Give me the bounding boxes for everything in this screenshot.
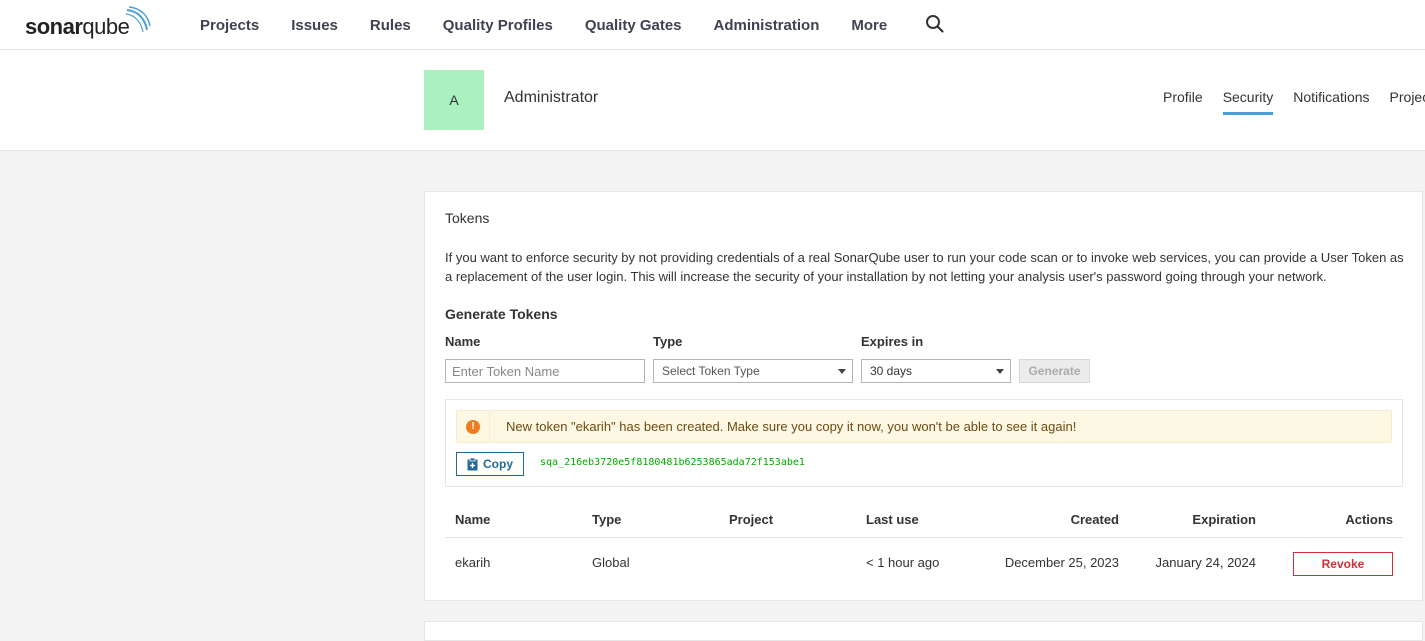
col-type-header: Type [592, 512, 622, 527]
nav-quality-gates[interactable]: Quality Gates [569, 17, 698, 34]
expires-in-value: 30 days [870, 364, 913, 378]
col-expiration-header: Expiration [1192, 512, 1256, 527]
logo-waves-icon [125, 6, 151, 33]
alert-text: New token "ekarih" has been created. Mak… [506, 419, 1077, 434]
account-header: A Administrator Profile Security Notific… [0, 50, 1425, 151]
col-last-use-header: Last use [866, 512, 919, 527]
table-header-row: Name Type Project Last use Created Expir… [445, 501, 1403, 538]
token-last-use-cell: < 1 hour ago [866, 555, 940, 570]
search-icon[interactable] [925, 14, 945, 34]
col-actions-header: Actions [1345, 512, 1393, 527]
tab-profile[interactable]: Profile [1163, 89, 1203, 115]
top-navbar: sonarqube Projects Issues Rules Quality … [0, 0, 1425, 50]
col-created-header: Created [1070, 512, 1119, 527]
token-type-placeholder: Select Token Type [662, 364, 760, 378]
chevron-down-icon [996, 369, 1004, 374]
alert-icon-container: ! [457, 411, 490, 442]
logo-wordmark: sonarqube [25, 14, 130, 39]
clipboard-icon [467, 457, 478, 470]
col-project-header: Project [729, 512, 774, 527]
expires-in-select[interactable]: 30 days [861, 359, 1011, 383]
token-value[interactable]: sqa_216eb3720e5f8180481b6253865ada72f153… [540, 457, 805, 468]
warning-icon: ! [466, 419, 480, 434]
chevron-down-icon [838, 369, 846, 374]
tokens-table: Name Type Project Last use Created Expir… [445, 501, 1403, 590]
token-expiration-cell: January 24, 2024 [1155, 555, 1256, 570]
tokens-title: Tokens [445, 210, 490, 226]
nav-rules[interactable]: Rules [354, 17, 427, 34]
revoke-button[interactable]: Revoke [1293, 552, 1393, 576]
nav-projects[interactable]: Projects [184, 17, 275, 34]
nav-administration[interactable]: Administration [698, 17, 836, 34]
nav-more[interactable]: More [835, 17, 903, 34]
copy-label: Copy [483, 457, 513, 471]
tab-projects[interactable]: Projects [1390, 89, 1425, 115]
token-type-cell: Global [592, 555, 630, 570]
account-tabs: Profile Security Notifications Projects [1153, 89, 1425, 115]
table-row: ekarih Global < 1 hour ago December 25, … [445, 538, 1403, 590]
tokens-description: If you want to enforce security by not p… [445, 250, 1404, 284]
nav-quality-profiles[interactable]: Quality Profiles [427, 17, 569, 34]
token-name-cell: ekarih [455, 555, 491, 570]
next-card [424, 621, 1423, 641]
generate-button[interactable]: Generate [1019, 359, 1090, 383]
new-token-alert: ! New token "ekarih" has been created. M… [456, 410, 1392, 443]
token-name-input[interactable] [445, 359, 645, 383]
tokens-card: Tokens If you want to enforce security b… [424, 191, 1423, 601]
nav-issues[interactable]: Issues [275, 17, 354, 34]
token-created-cell: December 25, 2023 [1004, 555, 1119, 570]
expires-label: Expires in [861, 334, 924, 349]
copy-button[interactable]: Copy [456, 452, 524, 476]
user-name: Administrator [504, 89, 599, 106]
generate-tokens-title: Generate Tokens [445, 306, 558, 322]
avatar: A [424, 70, 484, 130]
new-token-box: ! New token "ekarih" has been created. M… [445, 399, 1403, 487]
name-label: Name [445, 334, 481, 349]
tab-security[interactable]: Security [1222, 89, 1274, 115]
type-label: Type [653, 334, 683, 349]
token-type-select[interactable]: Select Token Type [653, 359, 853, 383]
tab-notifications[interactable]: Notifications [1293, 89, 1369, 115]
main-nav: Projects Issues Rules Quality Profiles Q… [184, 0, 903, 50]
col-name-header: Name [455, 512, 491, 527]
